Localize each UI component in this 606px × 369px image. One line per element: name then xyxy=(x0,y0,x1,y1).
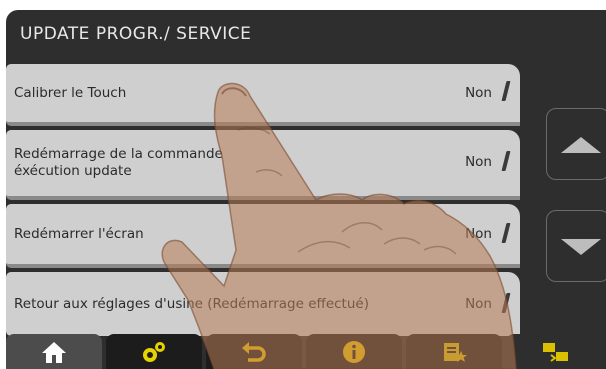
gears-icon xyxy=(143,341,165,362)
scroll-down-button[interactable] xyxy=(546,210,606,282)
scroll-up-button[interactable] xyxy=(546,108,606,180)
tab-home[interactable] xyxy=(6,334,102,369)
row-label: Retour aux réglages d'usine (Redémarrage… xyxy=(14,296,369,312)
pen-icon xyxy=(501,81,511,101)
row-value: Non xyxy=(465,296,492,312)
bottom-tab-bar xyxy=(6,334,606,369)
service-screen: UPDATE PROGR./ SERVICE Calibrer le Touch… xyxy=(6,10,606,369)
row-value: Non xyxy=(465,154,492,170)
row-restart-control[interactable]: Redémarrage de la commande éxécution upd… xyxy=(6,130,520,200)
row-label: Redémarrer l'écran xyxy=(14,226,144,242)
row-factory-reset[interactable]: Retour aux réglages d'usine (Redémarrage… xyxy=(6,272,520,336)
home-icon xyxy=(42,341,66,363)
pen-icon xyxy=(501,151,511,171)
row-calibrate-touch[interactable]: Calibrer le Touch Non xyxy=(6,64,520,126)
pen-icon xyxy=(501,223,511,243)
triangle-up-icon xyxy=(561,137,601,153)
tab-transfer[interactable] xyxy=(506,334,606,369)
tab-info[interactable] xyxy=(306,334,402,369)
row-restart-screen[interactable]: Redémarrer l'écran Non xyxy=(6,204,520,268)
info-icon xyxy=(343,340,365,363)
pen-icon xyxy=(501,293,511,313)
row-label: Calibrer le Touch xyxy=(14,85,127,101)
page-title: UPDATE PROGR./ SERVICE xyxy=(20,24,252,44)
row-value: Non xyxy=(465,226,492,242)
tab-settings[interactable] xyxy=(106,334,202,369)
tab-back[interactable] xyxy=(206,334,302,369)
document-star-icon xyxy=(444,342,467,362)
undo-arrow-icon xyxy=(242,341,266,362)
row-value: Non xyxy=(465,85,492,101)
row-label: Redémarrage de la commande éxécution upd… xyxy=(14,146,223,179)
tab-favorites[interactable] xyxy=(406,334,502,369)
triangle-down-icon xyxy=(561,239,601,255)
transfer-icon xyxy=(543,342,568,362)
